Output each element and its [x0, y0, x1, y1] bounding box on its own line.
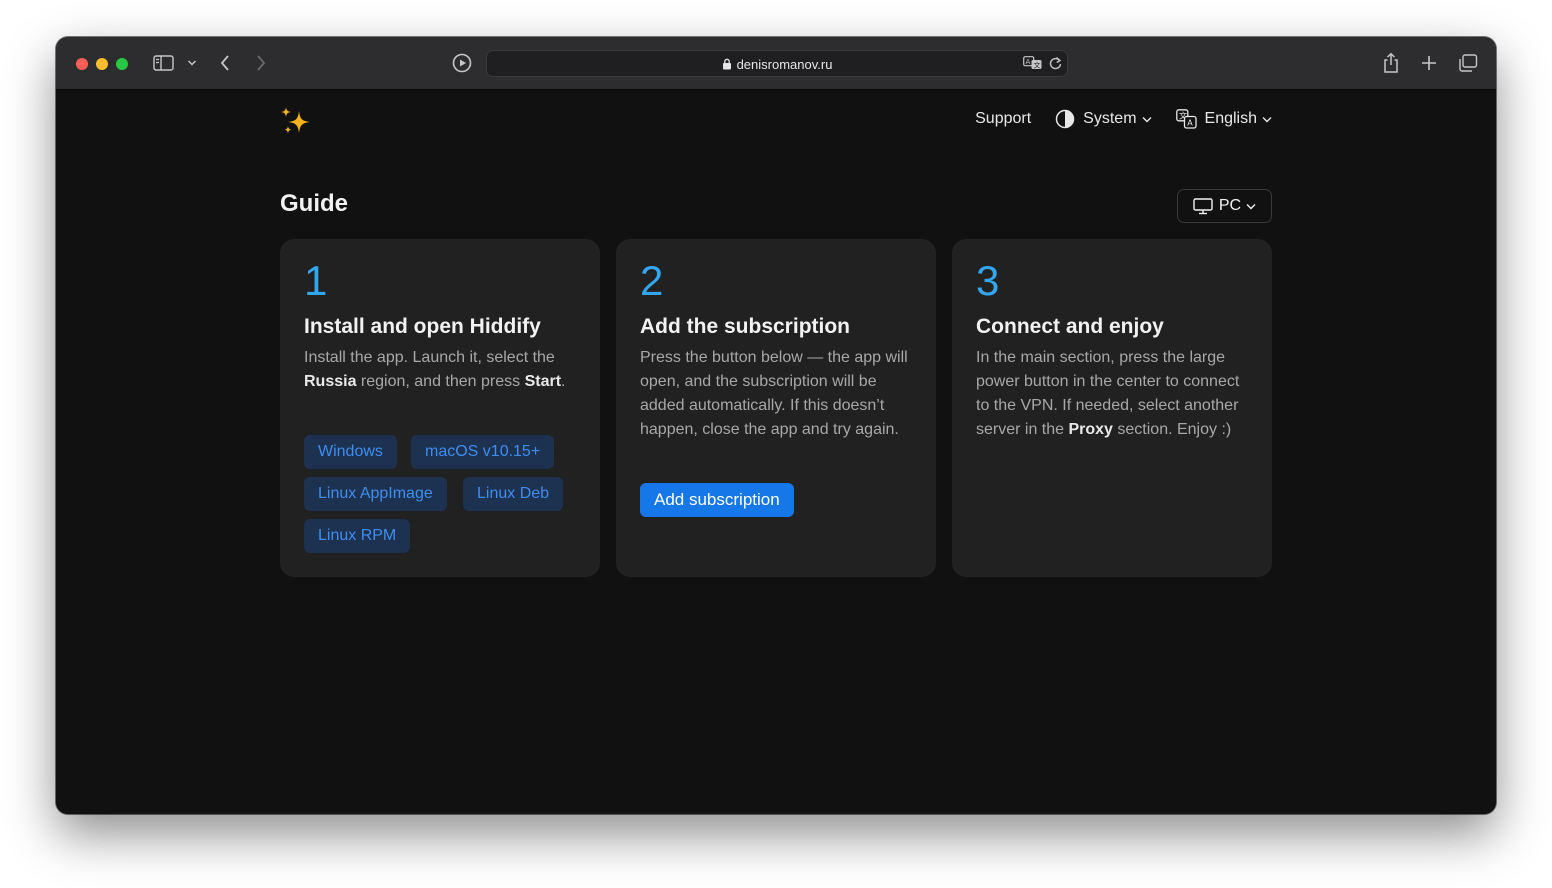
- step-number: 1: [304, 257, 328, 304]
- lock-icon: [722, 58, 731, 70]
- language-selector[interactable]: 文A English: [1175, 109, 1272, 129]
- zoom-window-button[interactable]: [116, 58, 128, 70]
- tab-group-menu-button[interactable]: [187, 51, 197, 75]
- step-card-3: 3 Connect and enjoy In the main section,…: [952, 239, 1272, 577]
- step-description: Install the app. Launch it, select the R…: [304, 349, 566, 390]
- theme-label: System: [1083, 110, 1137, 127]
- translate-icon: A文: [1023, 56, 1042, 69]
- page-title: Guide: [280, 190, 349, 217]
- new-tab-button[interactable]: [1421, 51, 1437, 75]
- download-linux-rpm-button[interactable]: Linux RPM: [304, 519, 411, 553]
- chevron-down-icon: [1142, 116, 1152, 122]
- share-button[interactable]: [1382, 51, 1400, 75]
- site-logo[interactable]: [280, 105, 314, 139]
- theme-selector[interactable]: System: [1055, 109, 1152, 129]
- back-button[interactable]: [219, 51, 231, 75]
- support-label: Support: [975, 110, 1032, 127]
- add-subscription-button[interactable]: Add subscription: [640, 483, 794, 517]
- platform-label: PC: [1218, 197, 1242, 214]
- svg-text:A: A: [1026, 58, 1031, 66]
- address-text: denisromanov.ru: [487, 57, 1067, 72]
- chevron-left-icon: [220, 55, 229, 71]
- step-number: 3: [976, 257, 1000, 304]
- privacy-shield-icon: [452, 53, 472, 73]
- download-macos-button[interactable]: macOS v10.15+: [411, 435, 555, 469]
- chevron-right-icon: [257, 55, 266, 71]
- step-title: Connect and enjoy: [976, 315, 1164, 338]
- browser-window: denisromanov.ru A文 Support System 文 A En…: [56, 37, 1496, 814]
- download-linux-appimage-button[interactable]: Linux AppImage: [304, 477, 447, 511]
- step-title: Add the subscription: [640, 315, 850, 338]
- minimize-window-button[interactable]: [96, 58, 108, 70]
- plus-icon: [1422, 56, 1436, 70]
- svg-text:A: A: [1187, 119, 1193, 128]
- monitor-icon: [1193, 197, 1213, 214]
- close-window-button[interactable]: [76, 58, 88, 70]
- browser-toolbar: denisromanov.ru A文: [56, 37, 1496, 90]
- download-windows-button[interactable]: Windows: [304, 435, 397, 469]
- sidebar-toggle-button[interactable]: [153, 51, 175, 75]
- chevron-down-icon: [187, 60, 197, 66]
- sparkles-icon: [281, 107, 310, 134]
- reload-button[interactable]: [1049, 56, 1062, 70]
- support-link[interactable]: Support: [975, 110, 1031, 128]
- tab-overview-button[interactable]: [1458, 51, 1478, 75]
- theme-contrast-icon: [1055, 109, 1075, 129]
- step-description: Press the button below — the app will op…: [640, 349, 908, 438]
- step-title: Install and open Hiddify: [304, 315, 541, 338]
- share-icon: [1384, 52, 1398, 73]
- top-nav: Support System 文A English: [951, 108, 1272, 130]
- svg-text:文: 文: [1034, 60, 1041, 69]
- forward-button[interactable]: [255, 51, 267, 75]
- tabs-overview-icon: [1459, 54, 1478, 72]
- address-bar[interactable]: denisromanov.ru A文: [486, 50, 1068, 77]
- language-label: English: [1204, 110, 1257, 127]
- step-card-1: 1 Install and open Hiddify Install the a…: [280, 239, 600, 577]
- step-card-2: 2 Add the subscription Press the button …: [616, 239, 936, 577]
- platform-selector[interactable]: PC: [1177, 189, 1272, 223]
- download-linux-deb-button[interactable]: Linux Deb: [463, 477, 564, 511]
- chevron-down-icon: [1246, 203, 1256, 209]
- translate-button[interactable]: A文: [1023, 56, 1043, 70]
- reload-icon: [1049, 56, 1062, 70]
- sidebar-icon: [153, 55, 174, 71]
- url-label: denisromanov.ru: [736, 57, 833, 72]
- web-page: Support System 文A English Guide PC 1 Ins…: [56, 91, 1496, 814]
- step-description: In the main section, press the large pow…: [976, 349, 1240, 438]
- chevron-down-icon: [1262, 116, 1272, 122]
- language-icon: 文A: [1175, 109, 1197, 129]
- step-number: 2: [640, 257, 664, 304]
- privacy-report-button[interactable]: [451, 51, 473, 75]
